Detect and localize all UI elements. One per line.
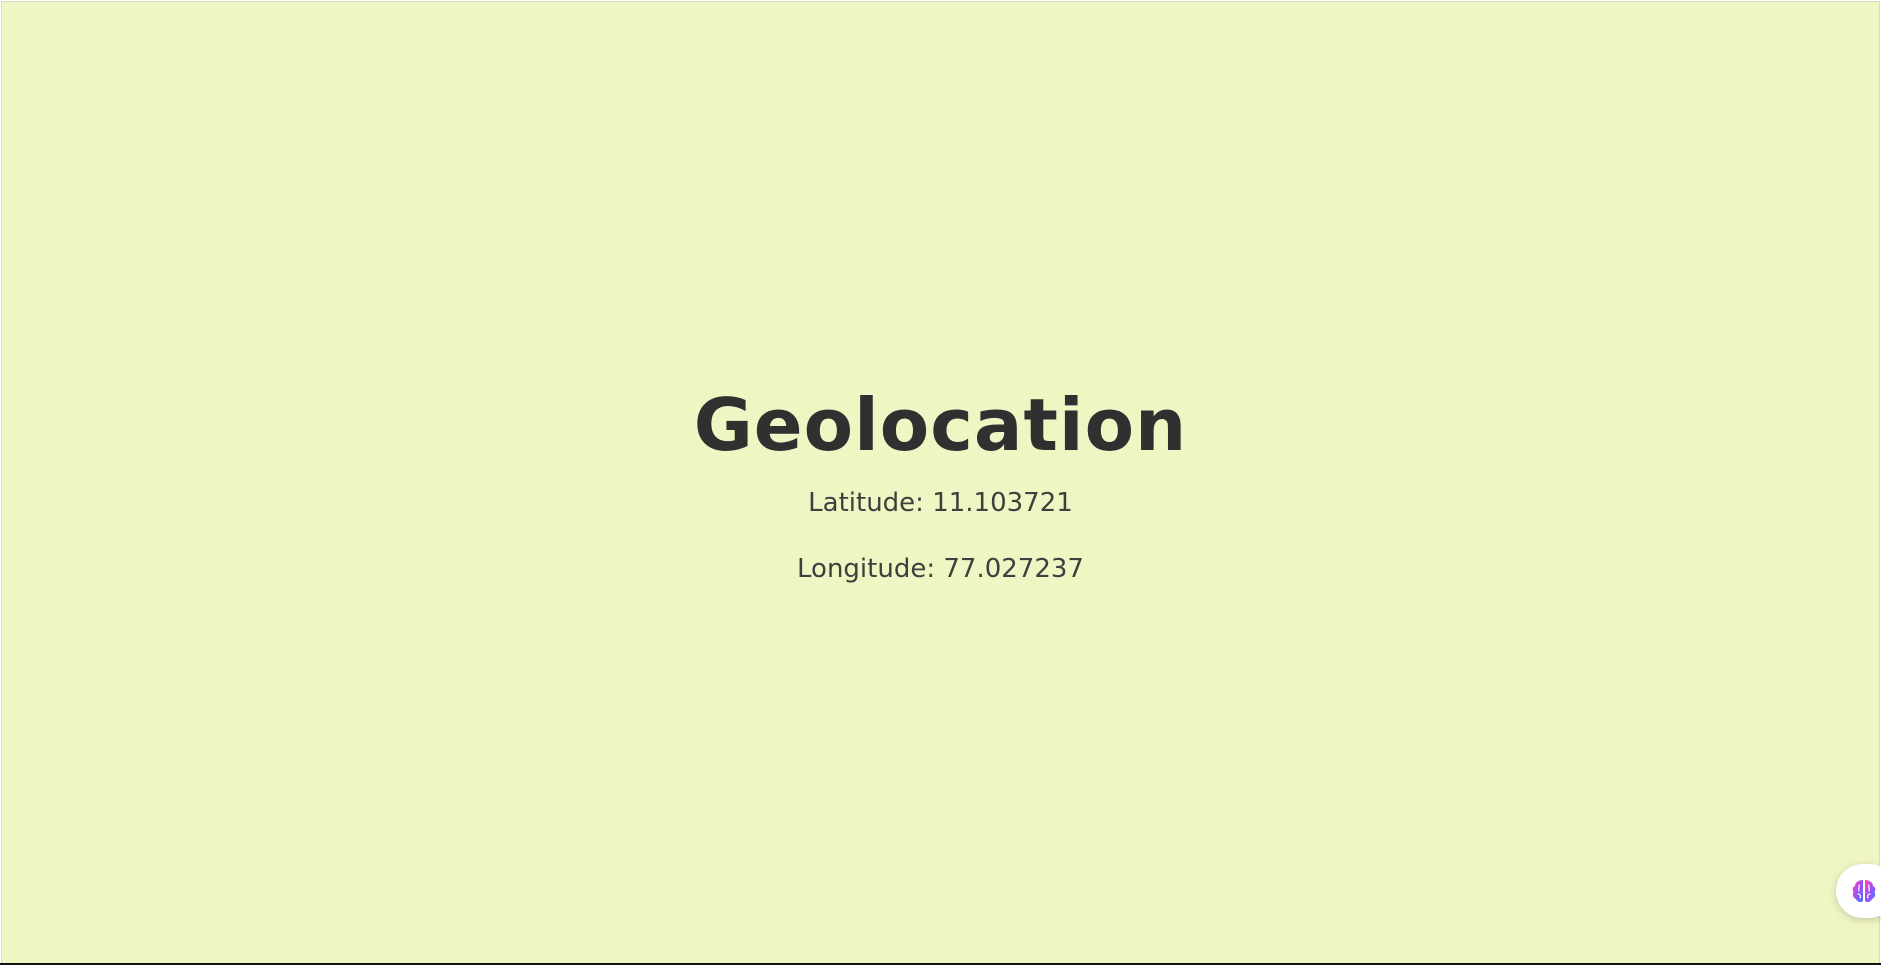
brain-icon	[1852, 880, 1876, 903]
longitude-text: Longitude: 77.027237	[797, 554, 1084, 584]
extension-floating-button[interactable]	[1836, 864, 1881, 918]
page-title: Geolocation	[693, 383, 1188, 467]
window-bottom-border	[0, 963, 1881, 965]
latitude-text: Latitude: 11.103721	[808, 488, 1073, 518]
page-viewport: Geolocation Latitude: 11.103721 Longitud…	[1, 1, 1880, 963]
geolocation-panel: Geolocation Latitude: 11.103721 Longitud…	[2, 382, 1879, 586]
